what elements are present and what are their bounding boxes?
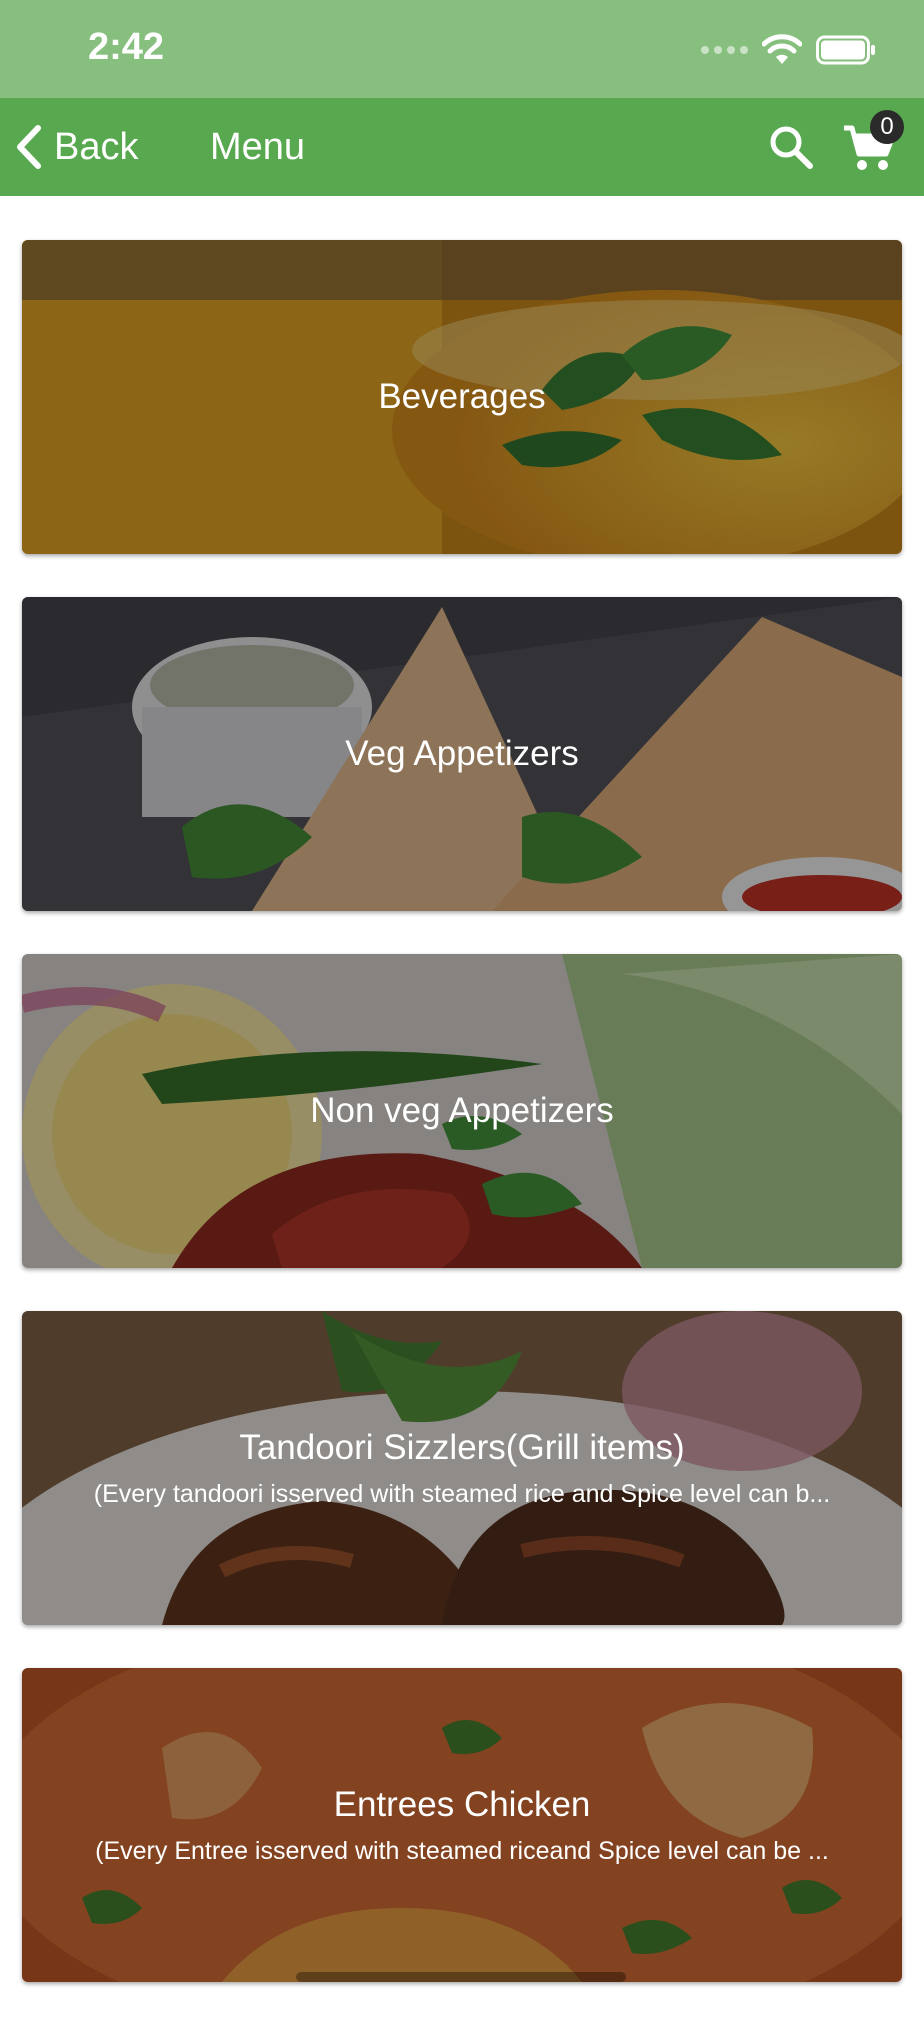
status-icons xyxy=(701,30,876,70)
cart-count-badge: 0 xyxy=(870,110,904,144)
status-time: 2:42 xyxy=(88,26,165,68)
card-text: Veg Appetizers xyxy=(22,597,902,911)
card-text: Non veg Appetizers xyxy=(22,954,902,1268)
category-card-non-veg-appetizers[interactable]: Non veg Appetizers xyxy=(22,954,902,1268)
category-card-tandoori-sizzlers[interactable]: Tandoori Sizzlers(Grill items) (Every ta… xyxy=(22,1311,902,1625)
status-bar: 2:42 xyxy=(0,0,924,98)
wifi-icon xyxy=(762,34,802,64)
page-title: Menu xyxy=(210,126,306,168)
card-text: Entrees Chicken (Every Entree isserved w… xyxy=(22,1668,902,1982)
battery-icon xyxy=(816,35,875,65)
category-title: Veg Appetizers xyxy=(345,734,579,773)
category-card-veg-appetizers[interactable]: Veg Appetizers xyxy=(22,597,902,911)
app-bar: Back Menu xyxy=(0,98,924,196)
category-card-beverages[interactable]: Beverages xyxy=(22,240,902,554)
category-card-entrees-chicken[interactable]: Entrees Chicken (Every Entree isserved w… xyxy=(22,1668,902,1982)
category-title: Beverages xyxy=(378,377,546,416)
search-button[interactable] xyxy=(768,124,814,170)
chevron-left-icon xyxy=(17,125,41,169)
category-title: Tandoori Sizzlers(Grill items) xyxy=(239,1427,685,1467)
card-text: Beverages xyxy=(22,240,902,554)
category-title: Entrees Chicken xyxy=(333,1784,591,1824)
home-indicator[interactable] xyxy=(296,1972,626,1982)
category-description: (Every tandoori isserved with steamed ri… xyxy=(93,1479,831,1508)
card-text: Tandoori Sizzlers(Grill items) (Every ta… xyxy=(22,1311,902,1625)
category-title: Non veg Appetizers xyxy=(310,1091,614,1130)
search-icon xyxy=(770,126,813,169)
category-description: (Every Entree isserved with steamed rice… xyxy=(95,1836,829,1865)
back-label: Back xyxy=(54,125,139,168)
back-button[interactable]: Back xyxy=(14,98,138,196)
menu-category-list: Beverages Veg Appetizers Non veg Appetiz… xyxy=(22,240,902,2025)
signal-icon xyxy=(701,46,748,54)
